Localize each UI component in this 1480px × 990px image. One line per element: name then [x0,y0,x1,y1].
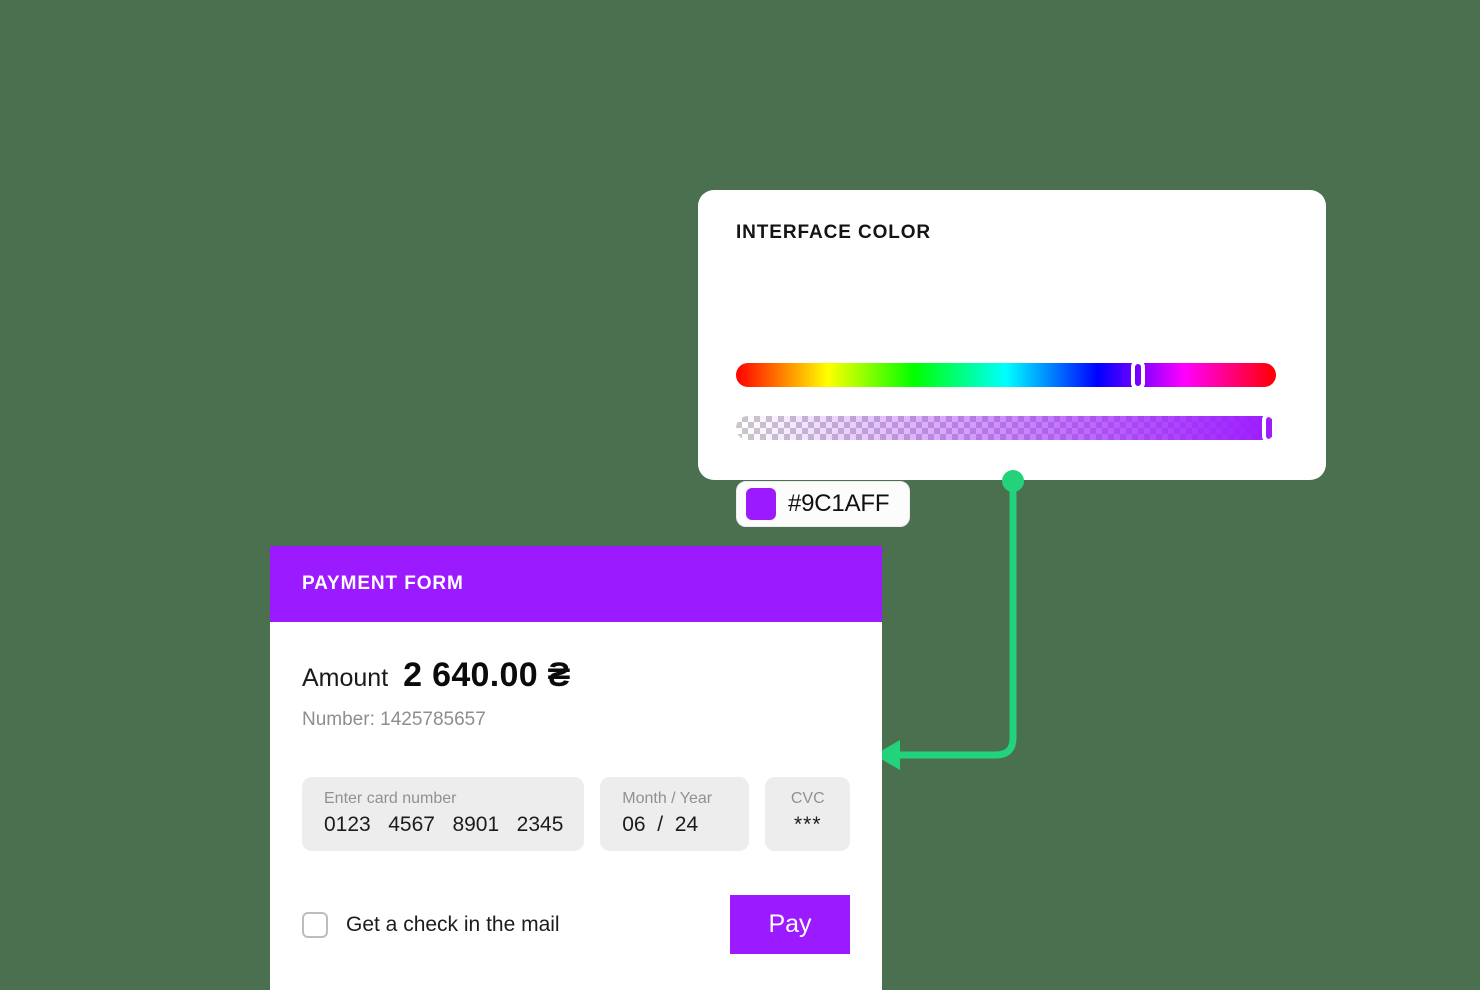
cvc-field[interactable]: CVC *** [765,777,850,851]
expiry-value: 06 / 24 [622,813,699,836]
amount-value: 2 640.00 ₴ [403,656,571,694]
mail-check-checkbox[interactable] [302,911,328,938]
form-actions-row: Get a check in the mail Pay [302,895,850,954]
payment-form-header: PAYMENT FORM [270,546,882,622]
hex-value-text: #9C1AFF [788,490,890,517]
cvc-label: CVC [790,790,825,807]
payment-form-body: Amount 2 640.00 ₴ Number: 1425785657 Ent… [270,656,882,954]
color-swatch [746,488,776,520]
mail-check-label: Get a check in the mail [346,912,560,936]
card-number-label: Enter card number [324,790,457,807]
card-fields-row: Enter card number 0123 4567 8901 2345 Mo… [302,777,850,851]
interface-color-panel: INTERFACE COLOR #9C1AFF [698,190,1326,527]
alpha-gradient-fill [736,416,1276,440]
payment-form-title: PAYMENT FORM [302,573,464,594]
hue-slider[interactable] [736,360,1276,390]
pay-button[interactable]: Pay [730,895,850,954]
card-number-field[interactable]: Enter card number 0123 4567 8901 2345 [302,777,585,851]
card-number-value: 0123 4567 8901 2345 [324,813,564,836]
cvc-value: *** [793,813,822,836]
amount-label: Amount [302,664,389,692]
alpha-slider[interactable] [736,416,1276,440]
hex-color-input[interactable]: #9C1AFF [736,481,910,527]
expiry-label: Month / Year [622,790,713,807]
mail-check-option[interactable]: Get a check in the mail [302,911,560,938]
payment-form-card: PAYMENT FORM Amount 2 640.00 ₴ Number: 1… [270,546,882,990]
order-number: Number: 1425785657 [302,709,486,730]
hue-slider-handle[interactable] [1130,360,1145,390]
amount-row: Amount 2 640.00 ₴ [302,656,850,695]
expiry-field[interactable]: Month / Year 06 / 24 [600,777,750,851]
panel-title: INTERFACE COLOR [736,222,932,243]
alpha-slider-handle[interactable] [1262,416,1276,440]
